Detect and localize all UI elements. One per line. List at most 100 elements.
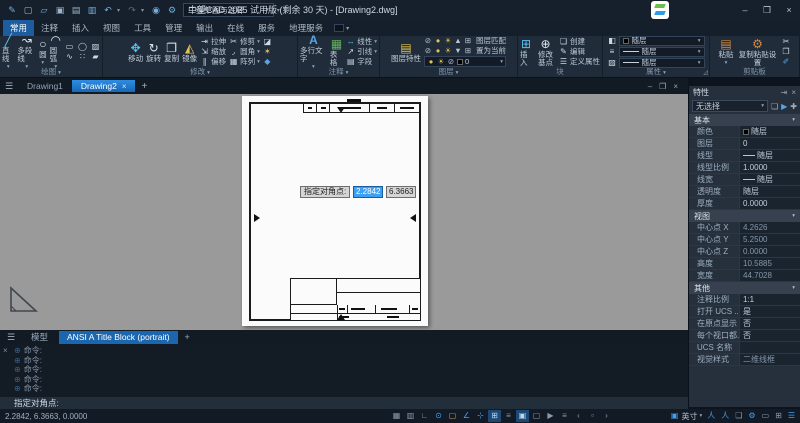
hatch-icon[interactable]: ▨ — [91, 42, 100, 51]
prop-row-lineweight[interactable]: 线宽随层 — [689, 174, 800, 186]
point-icon[interactable]: ∷ — [78, 52, 87, 61]
prop-row-ucs-on[interactable]: 打开 UCS ...是 — [689, 306, 800, 318]
color-dropdown[interactable]: 随层▾ — [619, 36, 705, 46]
status-menu-icon[interactable]: ≡ — [558, 410, 571, 422]
dynamic-input-toggle-icon[interactable]: ⊹ — [474, 410, 487, 422]
ribbon-tab-insert[interactable]: 插入 — [65, 20, 96, 36]
dynamic-input-y[interactable]: 6.3663 — [386, 186, 416, 198]
lineweight-dropdown[interactable]: 随层▾ — [619, 47, 705, 57]
save-as-icon[interactable]: ▤ — [69, 3, 83, 17]
layer-group-label[interactable]: 图层▾ — [380, 67, 517, 77]
edit-basepoint-button[interactable]: ⊕ 修改基点 — [535, 37, 556, 67]
layer-thaw-icon[interactable]: ☀ — [444, 36, 452, 45]
ribbon-tab-manage[interactable]: 管理 — [158, 20, 189, 36]
prop-row-transparency[interactable]: 透明度随层 — [689, 186, 800, 198]
doc-minimize-button[interactable]: – — [648, 82, 652, 91]
nav-prev-icon[interactable]: ‹ — [572, 410, 585, 422]
settings-gear-icon[interactable]: ⚙ — [747, 410, 756, 422]
modify-group-label[interactable]: 修改▾ — [103, 67, 297, 77]
create-block-button[interactable]: ❏创建 — [559, 37, 600, 46]
ribbon-tab-view[interactable]: 视图 — [96, 20, 127, 36]
plot-icon[interactable]: ▥ — [85, 3, 99, 17]
grid-toggle-icon[interactable]: ▦ — [390, 410, 403, 422]
dynamic-ucs-toggle-icon[interactable]: ⊞ — [488, 410, 501, 422]
tab-model[interactable]: 模型 — [23, 331, 56, 344]
match-properties-icon[interactable]: ◆ — [263, 57, 272, 66]
leader-button[interactable]: ↗引线▾ — [346, 47, 377, 56]
stretch-button[interactable]: ⇥拉伸 — [200, 37, 226, 46]
properties-dialog-launcher[interactable]: ◿ — [703, 69, 708, 76]
mtext-button[interactable]: A 多行文字▾ — [300, 33, 327, 71]
layer-down-icon[interactable]: ▼ — [454, 46, 462, 55]
paste-button[interactable]: ▤ 粘贴▾ — [719, 37, 734, 67]
layer-freeze-icon[interactable]: ☀ — [444, 46, 452, 55]
section-other[interactable]: 其他▾ — [689, 282, 800, 294]
rectangle-icon[interactable]: ▭ — [65, 42, 74, 51]
ribbon-options-button[interactable]: ▾ — [334, 20, 349, 36]
selection-dropdown[interactable]: 无选择▾ — [692, 100, 768, 112]
quick-select-icon[interactable]: ❏ — [771, 102, 778, 111]
layer-isolate-icon[interactable]: ⊞ — [464, 36, 472, 45]
offset-button[interactable]: ∥偏移 — [200, 57, 226, 66]
undo-caret-icon[interactable]: ▾ — [117, 7, 123, 14]
layer-walk-icon[interactable]: ⊞ — [464, 46, 472, 55]
array-button[interactable]: ▦阵列▾ — [229, 57, 260, 66]
lineweight-toggle-icon[interactable]: ≡ — [502, 410, 515, 422]
fullscreen-icon[interactable]: ⊞ — [774, 410, 783, 422]
layer-up-icon[interactable]: ▲ — [454, 36, 462, 45]
layer-match-button[interactable]: 图层匹配 — [476, 36, 506, 45]
annotation-visibility-icon[interactable]: 人 — [706, 410, 716, 422]
insert-block-button[interactable]: ⊞ 插入 — [520, 37, 532, 67]
tab-drawing1[interactable]: Drawing1 — [18, 80, 72, 92]
prop-row-ltscale[interactable]: 线型比例1.0000 — [689, 162, 800, 174]
panel-close-icon[interactable]: × — [791, 88, 796, 97]
edit-block-button[interactable]: ✎编辑 — [559, 47, 600, 56]
clean-screen-icon[interactable]: ▭ — [761, 410, 771, 422]
prop-row-thickness[interactable]: 厚度0.0000 — [689, 198, 800, 210]
explode-icon[interactable]: ✶ — [263, 47, 272, 56]
copy-paste-settings-button[interactable]: ⚙ 复制粘贴设置 — [737, 37, 779, 67]
selection-cycling-icon[interactable]: ❏ — [734, 410, 743, 422]
fillet-button[interactable]: ◞圆角▾ — [229, 47, 260, 56]
nav-box-icon[interactable]: ▫ — [586, 410, 599, 422]
properties-group-label[interactable]: 属性▾ — [603, 67, 709, 77]
paper-model-toggle-icon[interactable]: ▣ — [516, 410, 529, 422]
tab-drawing2[interactable]: Drawing2× — [72, 80, 136, 92]
panel-pin-icon[interactable]: ⇥ — [781, 88, 788, 97]
ortho-toggle-icon[interactable]: ∟ — [418, 410, 431, 422]
osnap-toggle-icon[interactable]: ▢ — [446, 410, 459, 422]
workspace-toggle-icon[interactable]: ▢ — [530, 410, 543, 422]
layer-on-icon[interactable]: ● — [434, 36, 442, 45]
arc-button[interactable]: ◠ 圆弧▾ — [50, 33, 62, 71]
close-button[interactable]: × — [778, 0, 800, 20]
doc-restore-button[interactable]: ❐ — [659, 82, 666, 91]
ribbon-tab-services[interactable]: 服务 — [251, 20, 282, 36]
field-button[interactable]: ▤字段 — [346, 57, 377, 66]
prop-row-color[interactable]: 颜色随层 — [689, 126, 800, 138]
tab-close-icon[interactable]: × — [122, 82, 127, 91]
copy-button[interactable]: ❐ 复制 — [164, 41, 179, 63]
dynamic-input-x[interactable]: 2.2842 — [353, 186, 383, 198]
nav-next-icon[interactable]: › — [600, 410, 613, 422]
doc-menu-icon[interactable]: ☰ — [0, 81, 18, 92]
doc-close-button[interactable]: × — [673, 82, 678, 91]
polar-toggle-icon[interactable]: ⊙ — [432, 410, 445, 422]
prop-row-linetype[interactable]: 线型随层 — [689, 150, 800, 162]
workspace-gear-icon[interactable]: ⚙ — [165, 3, 179, 17]
set-current-layer-button[interactable]: 置为当前 — [476, 46, 506, 55]
annotation-autoscale-icon[interactable]: 人 — [720, 410, 730, 422]
quick-view-icon[interactable]: ▶ — [544, 410, 557, 422]
command-close-icon[interactable]: × — [3, 346, 8, 355]
snap-toggle-icon[interactable]: ▥ — [404, 410, 417, 422]
online-icon[interactable]: ◉ — [149, 3, 163, 17]
annotate-group-label[interactable]: 注释▾ — [298, 67, 379, 77]
circle-button[interactable]: ○ 圆▾ — [39, 37, 47, 67]
mirror-button[interactable]: ◭ 镜像 — [182, 41, 197, 63]
prop-row-viewport-ucs[interactable]: 每个视口都...否 — [689, 330, 800, 342]
prop-row-layer[interactable]: 图层0 — [689, 138, 800, 150]
status-hamburger-icon[interactable]: ☰ — [787, 410, 796, 422]
toggle-pickadd-icon[interactable]: ✚ — [790, 102, 797, 111]
linear-dim-button[interactable]: ↔线性▾ — [346, 37, 377, 46]
region-icon[interactable]: ▰ — [91, 52, 100, 61]
prop-row-ucs-origin[interactable]: 在原点显示 ...否 — [689, 318, 800, 330]
